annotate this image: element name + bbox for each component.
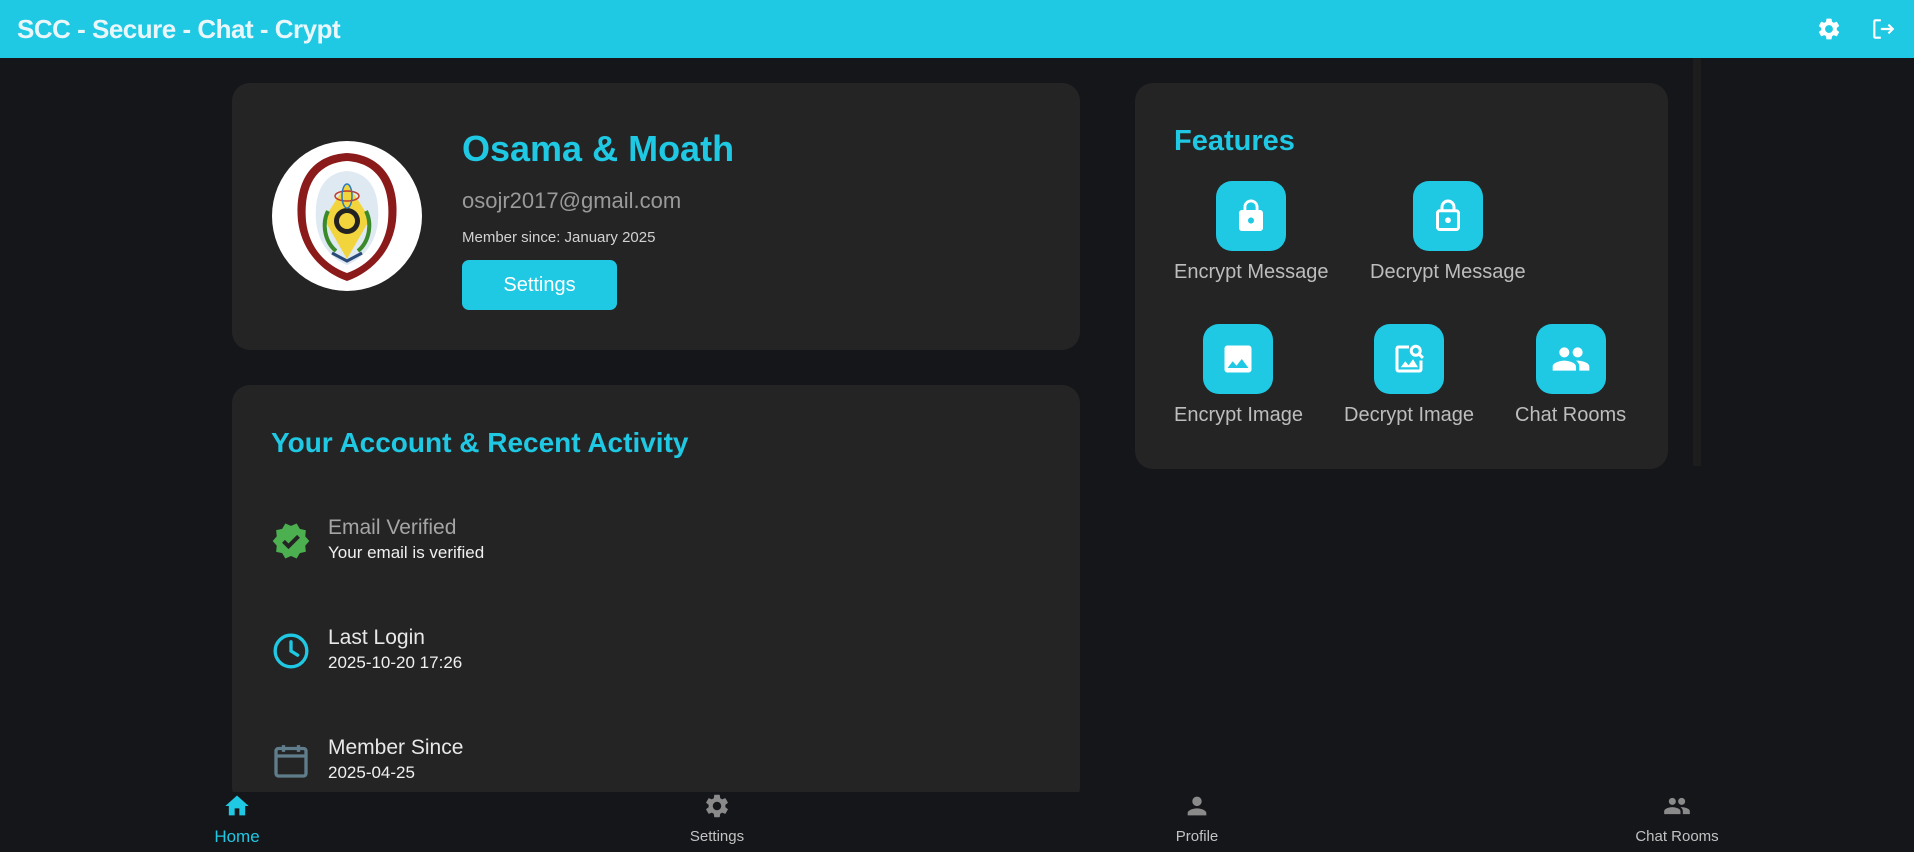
nav-item-home[interactable]: Home [212,792,262,847]
features-title: Features [1174,125,1295,157]
profile-email: osojr2017@gmail.com [462,188,682,213]
verified-check-icon [271,521,311,561]
app-title: SCC - Secure - Chat - Crypt [17,13,341,44]
chat-rooms-feature-button[interactable]: Chat Rooms [1515,324,1626,427]
activity-item-subtitle: Your email is verified [328,543,485,562]
encrypt-image-button[interactable]: Encrypt Image [1174,324,1303,427]
activity-item-title: Email Verified [328,516,457,539]
activity-item-email-verified: Email Verified Your email is verified [271,515,484,563]
nav-item-label: Home [214,827,260,846]
features-card: Features Encrypt Message Decrypt Message… [1135,83,1668,469]
activity-item-last-login: Last Login 2025-10-20 17:26 [271,625,462,673]
group-icon [1535,324,1606,394]
feature-label: Decrypt Message [1370,261,1526,283]
feature-label: Encrypt Message [1174,261,1329,283]
nav-item-label: Chat Rooms [1635,828,1719,845]
group-icon [1662,792,1692,825]
app-bar-actions [1814,14,1898,44]
image-icon [1203,324,1274,394]
activity-item-title: Member Since [328,736,464,759]
scrollbar-track[interactable] [1693,58,1701,466]
gear-icon[interactable] [1814,14,1844,44]
decrypt-image-button[interactable]: Decrypt Image [1344,324,1474,427]
home-icon [223,792,251,825]
feature-label: Encrypt Image [1174,404,1303,426]
feature-label: Decrypt Image [1344,404,1475,426]
lock-closed-icon [1216,181,1287,251]
bottom-nav: Home Settings Profile Chat Rooms [0,792,1914,852]
app-bar: SCC - Secure - Chat - Crypt [0,0,1914,58]
encrypt-message-button[interactable]: Encrypt Message [1174,181,1329,284]
nav-item-chat-rooms[interactable]: Chat Rooms [1627,792,1727,845]
activity-item-title: Last Login [328,626,425,649]
gear-icon [703,792,731,825]
profile-member-since: Member since: January 2025 [462,229,656,246]
clock-icon [271,631,311,671]
activity-title: Your Account & Recent Activity [271,427,689,458]
calendar-icon [271,741,311,781]
image-search-icon [1374,324,1445,394]
avatar [272,141,422,291]
activity-item-member-since: Member Since 2025-04-25 [271,735,463,783]
lock-open-icon [1412,181,1483,251]
profile-name: Osama & Moath [462,128,735,169]
nav-item-label: Settings [689,828,745,845]
university-logo-icon [273,142,421,290]
logout-icon[interactable] [1868,14,1898,44]
activity-item-subtitle: 2025-10-20 17:26 [328,653,463,672]
activity-item-subtitle: 2025-04-25 [328,763,415,782]
feature-label: Chat Rooms [1515,404,1627,426]
activity-card: Your Account & Recent Activity Email Ver… [232,385,1080,805]
nav-item-label: Profile [1175,828,1219,845]
person-icon [1183,792,1211,825]
nav-item-settings[interactable]: Settings [687,792,747,845]
profile-card: Osama & Moath osojr2017@gmail.com Member… [232,83,1080,350]
decrypt-message-button[interactable]: Decrypt Message [1370,181,1526,284]
settings-button[interactable]: Settings [462,260,617,310]
nav-item-profile[interactable]: Profile [1172,792,1222,845]
